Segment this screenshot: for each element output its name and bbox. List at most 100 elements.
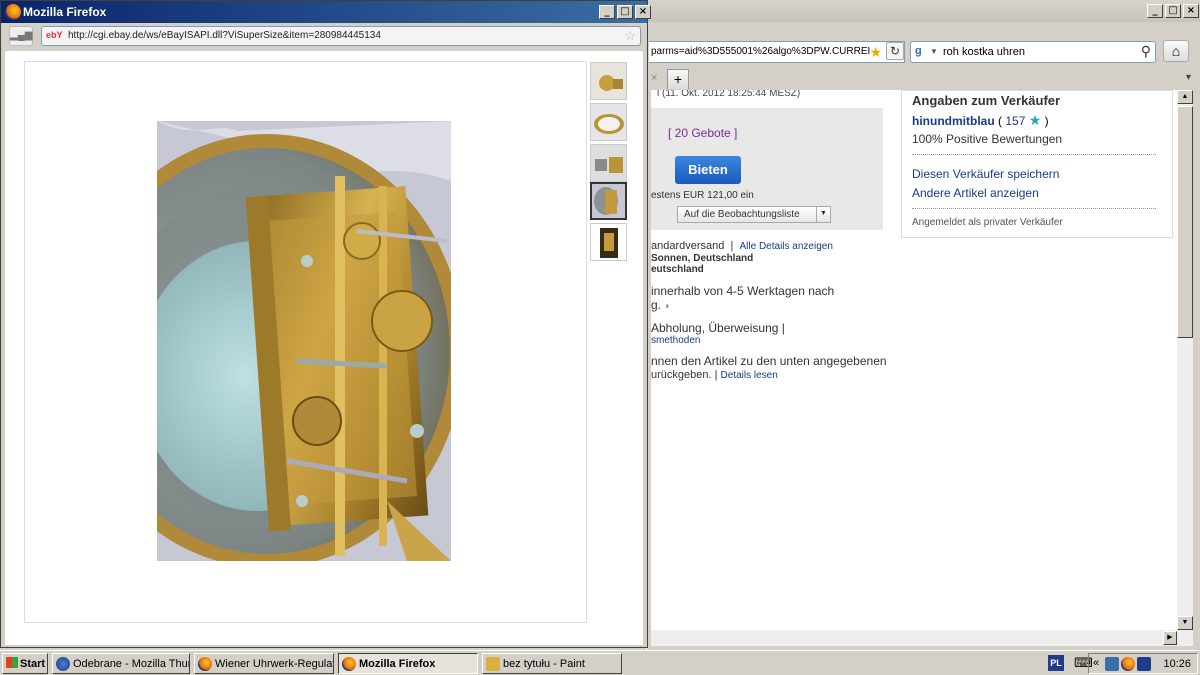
media-icon[interactable] [1137,657,1151,671]
firefox-icon [198,657,212,671]
signal-icon[interactable]: ▂▄▆ [9,26,33,46]
thumbnail-5-image [591,224,626,260]
taskbar-item-thunderbird[interactable]: Odebrane - Mozilla Thun... [52,653,190,674]
popup-url-bar[interactable]: ebY http://cgi.ebay.de/ws/eBayISAPI.dll?… [41,26,641,46]
task-label: Odebrane - Mozilla Thun... [73,658,189,670]
info-icon[interactable]: ◗ [664,301,670,312]
minimize-button[interactable]: _ [599,5,615,19]
payment-methods-link[interactable]: smethoden [651,335,700,346]
feedback-score-link[interactable]: 157 [1005,114,1025,128]
language-indicator[interactable]: PL [1048,655,1064,671]
background-navbar: parms=aid%3D555001%26algo%3DPW.CURREI ★ … [647,38,1200,66]
thumbnail-1-image [591,63,626,99]
delivery-text-2-label: g. [651,298,662,312]
close-button[interactable]: × [1183,4,1199,18]
task-label: Wiener Uhrwerk-Regulat... [215,658,334,670]
start-label: Start [20,658,46,670]
thumbnail-1[interactable] [590,62,627,100]
watch-list-button[interactable]: Auf die Beobachtungsliste ▼ [677,206,831,223]
google-icon[interactable]: g [915,45,929,59]
minimum-bid-text: estens EUR 121,00 ein [651,190,754,201]
maximize-button[interactable]: □ [1165,4,1181,18]
bookmark-star-icon[interactable]: ☆ [624,28,636,44]
clock[interactable]: 10:26 [1163,658,1191,670]
positive-feedback-text: 100% Positive Bewertungen [912,132,1063,146]
close-button[interactable]: × [635,5,651,19]
bookmark-star-icon[interactable]: ★ [869,44,882,61]
task-label: bez tytułu - Paint [503,658,585,670]
reload-icon[interactable]: ↻ [886,42,904,60]
thumbnail-4-selected[interactable] [590,182,627,220]
divider [912,154,1156,155]
taskbar-item-paint[interactable]: bez tytułu - Paint [482,653,622,674]
delivery-text: innerhalb von 4-5 Werktagen nach [651,284,835,298]
save-seller-link[interactable]: Diesen Verkäufer speichern [912,167,1059,181]
seller-name-row: hinundmitblau ( 157 ★ ) [912,112,1049,129]
horizontal-scrollbar[interactable]: ▶ [651,630,1193,646]
maximize-button[interactable]: □ [617,5,633,19]
background-titlebar: _ □ × [647,0,1200,22]
bid-button[interactable]: Bieten [675,156,741,184]
popup-title: Mozilla Firefox [23,5,107,19]
search-input[interactable]: g ▼ roh kostka uhren ⚲ [910,41,1156,63]
seller-heading: Angaben zum Verkäufer [912,93,1061,108]
task-label: Mozilla Firefox [359,658,436,670]
ships-to: eutschland [651,264,704,275]
thumbnail-2[interactable] [590,103,627,141]
scroll-right-icon[interactable]: ▶ [1163,631,1177,645]
thumbnail-3[interactable] [590,144,627,182]
watch-list-label: Auf die Beobachtungsliste [684,209,800,220]
item-location: Sonnen, Deutschland [651,253,754,264]
firefox-icon [5,4,21,20]
background-page-content: l (11. Okt. 2012 18:25:44 MESZ) [ 20 Geb… [651,90,1177,630]
search-icon[interactable]: ⚲ [1141,43,1151,60]
taskbar: Start Odebrane - Mozilla Thun... Wiener … [0,650,1200,675]
thumbnail-5[interactable] [590,223,627,261]
new-tab-button[interactable]: + [667,69,689,89]
shipping-text: andardversand [651,240,725,252]
all-details-link[interactable]: Alle Details anzeigen [740,241,833,252]
chevron-down-icon[interactable]: ▼ [816,207,830,222]
popup-content [5,51,643,645]
seller-info-box: Angaben zum Verkäufer hinundmitblau ( 15… [901,90,1173,238]
start-button[interactable]: Start [2,653,48,674]
bid-box: [ 20 Gebote ] Bieten estens EUR 121,00 e… [651,108,883,230]
seller-name-link[interactable]: hinundmitblau [912,114,995,128]
scroll-up-icon[interactable]: ▲ [1177,90,1193,104]
scroll-down-icon[interactable]: ▼ [1177,616,1193,630]
paint-icon [486,657,500,671]
taskbar-item-firefox-wiener[interactable]: Wiener Uhrwerk-Regulat... [194,653,334,674]
popup-navbar: ▂▄▆ ebY http://cgi.ebay.de/ws/eBayISAPI.… [1,23,647,49]
system-tray: « 10:26 [1088,653,1198,674]
vertical-scrollbar[interactable]: ▲ ▼ [1177,90,1193,630]
background-caption-buttons: _ □ × [1147,4,1199,18]
popup-caption-buttons: _ □ × [599,5,651,19]
score-open: ( [998,114,1002,128]
image-popup-window: Mozilla Firefox _ □ × ▂▄▆ ebY http://cgi… [0,0,651,648]
thunderbird-icon [56,657,70,671]
search-engine-dropdown-icon[interactable]: ▼ [930,47,938,56]
ebay-logo-text: ebY [46,30,63,40]
thumbnail-2-image [591,104,626,140]
score-close: ) [1044,114,1049,128]
background-url-bar[interactable]: parms=aid%3D555001%26algo%3DPW.CURREI ★ … [649,41,905,63]
clock-movement-photo [157,121,451,561]
tab-list-icon[interactable]: ▾ [1186,72,1191,83]
network-icon[interactable] [1105,657,1119,671]
minimize-button[interactable]: _ [1147,4,1163,18]
taskbar-item-firefox-popup[interactable]: Mozilla Firefox [338,653,478,674]
bid-count-link[interactable]: [ 20 Gebote ] [668,126,737,140]
other-items-link[interactable]: Andere Artikel anzeigen [912,186,1039,200]
details-read-link[interactable]: Details lesen [721,370,778,381]
background-tabbar: × + ▾ [647,68,1200,90]
listing-end-time: l (11. Okt. 2012 18:25:44 MESZ) [657,90,801,99]
delivery-text-2: g. ◗ [651,298,670,312]
firefox-tray-icon[interactable] [1121,657,1135,671]
payment-text: Abholung, Überweisung | [651,321,785,335]
tray-expand-icon[interactable]: « [1093,657,1099,669]
home-icon[interactable]: ⌂ [1163,40,1189,62]
scroll-thumb[interactable] [1177,106,1193,338]
returns-row: urückgeben. | Details lesen [651,369,778,381]
tab-close-icon[interactable]: × [651,72,657,84]
url-text: parms=aid%3D555001%26algo%3DPW.CURREI [651,46,871,57]
